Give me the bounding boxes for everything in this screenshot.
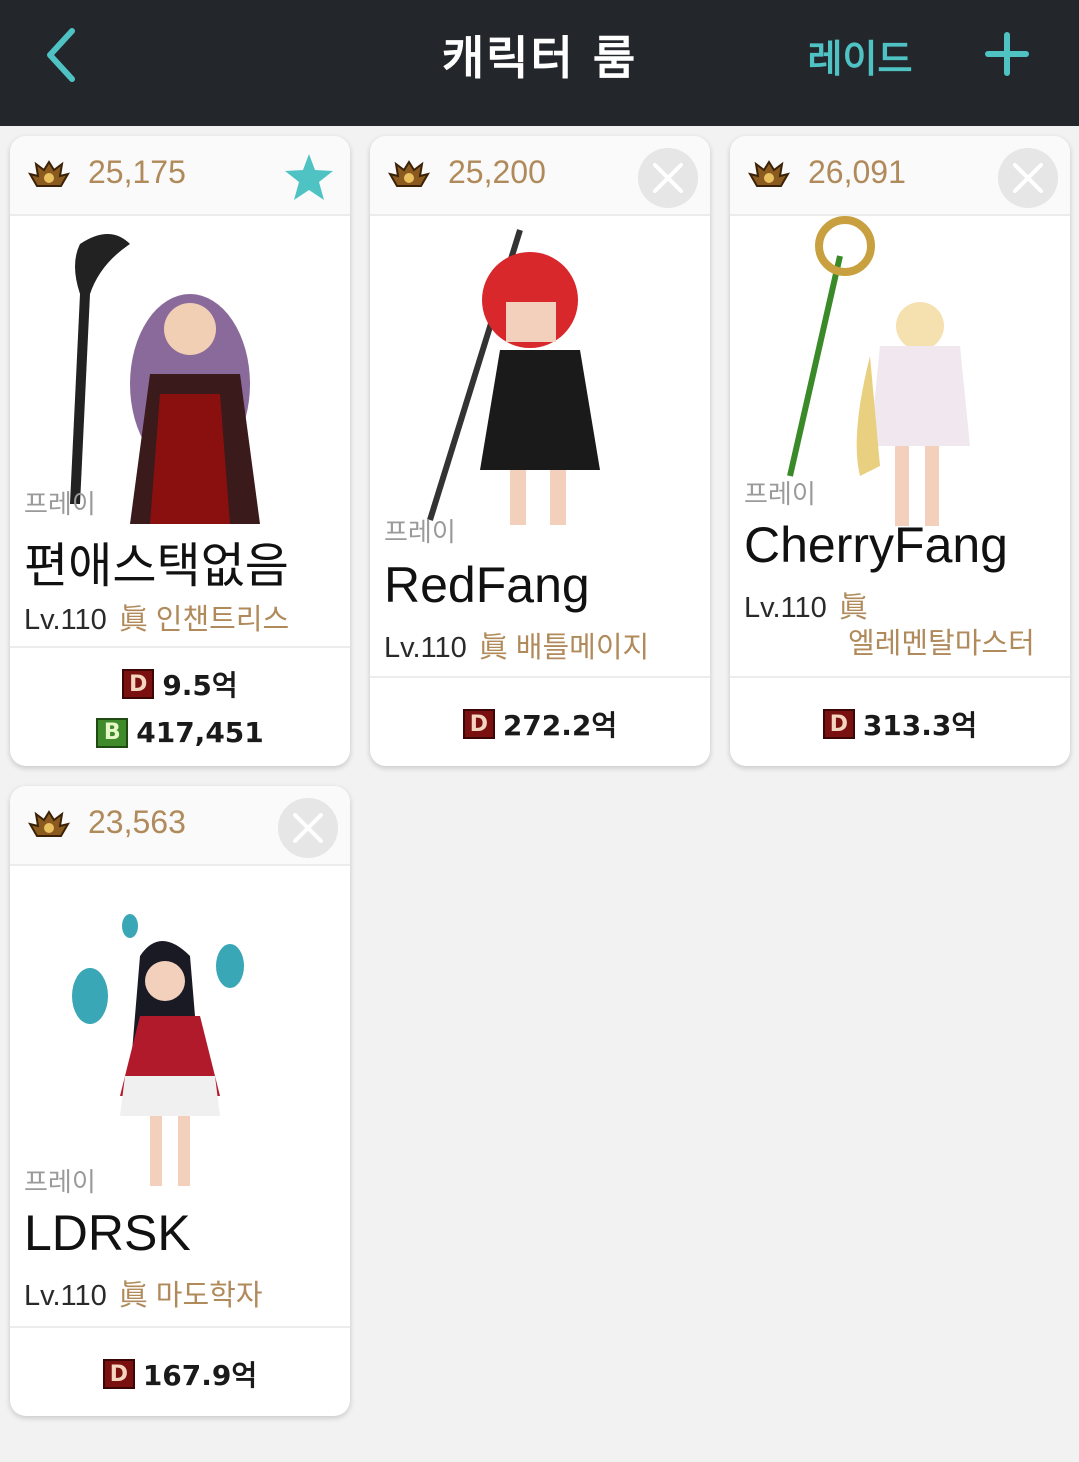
card-body: 프레이 편애스택없음 Lv.110 眞 인챈트리스 — [10, 216, 350, 646]
damage-stat: D 9.5억 — [10, 664, 350, 704]
card-stats: D 272.2억 — [370, 676, 710, 766]
damage-stat: D 272.2억 — [370, 704, 710, 744]
fame-value: 26,091 — [808, 154, 906, 190]
remove-button[interactable] — [278, 798, 338, 858]
server-name: 프레이 — [744, 480, 816, 510]
chevron-left-icon — [47, 28, 75, 82]
buff-badge-icon: B — [96, 717, 129, 748]
card-body: 프레이 LDRSK Lv.110 眞 마도학자 — [10, 866, 350, 1326]
level-job: Lv.110 眞 인챈트리스 — [24, 596, 289, 638]
buff-value: 417,451 — [136, 716, 264, 749]
adventure-crest-icon — [748, 160, 790, 187]
fame-value: 25,175 — [88, 154, 186, 190]
remove-button[interactable] — [638, 148, 698, 208]
damage-value: 9.5억 — [162, 669, 238, 702]
favorite-button[interactable] — [282, 150, 336, 204]
adventure-crest-icon — [388, 160, 430, 187]
plus-icon — [985, 32, 1029, 76]
level: Lv.110 — [24, 1280, 107, 1312]
damage-badge-icon: D — [102, 1359, 135, 1389]
card-header: 25,200 — [370, 136, 710, 216]
card-header: 23,563 — [10, 786, 350, 866]
card-stats: D 167.9억 — [10, 1326, 350, 1416]
close-icon — [1013, 163, 1043, 193]
card-stats: D 9.5억 B 417,451 — [10, 646, 350, 766]
server-name: 프레이 — [24, 1168, 96, 1198]
card-body: 프레이 RedFang Lv.110 眞 배틀메이지 — [370, 216, 710, 664]
level: Lv.110 — [24, 604, 107, 636]
damage-value: 167.9억 — [142, 1359, 258, 1392]
remove-button[interactable] — [998, 148, 1058, 208]
character-name: 편애스택없음 — [24, 540, 289, 593]
character-card[interactable]: 26,091 프레이 CherryFang Lv.110 眞 엘레멘탈마스터 D… — [730, 136, 1070, 766]
level-job: Lv.110 眞 배틀메이지 — [384, 624, 649, 666]
damage-badge-icon: D — [822, 709, 855, 739]
damage-stat: D 167.9억 — [10, 1354, 350, 1394]
character-card[interactable]: 25,175 프레이 편애스택없음 Lv.110 眞 인챈트리스 D 9.5억 B … — [10, 136, 350, 766]
add-character-button[interactable] — [975, 22, 1039, 86]
character-card[interactable]: 23,563 프레이 LDRSK Lv.110 眞 마도학자 D 167.9억 — [10, 786, 350, 1416]
adventure-crest-icon — [28, 160, 70, 187]
job-name: 인챈트리스 — [155, 602, 290, 636]
character-name: LDRSK — [24, 1205, 191, 1261]
damage-value: 272.2억 — [502, 709, 618, 742]
damage-value: 313.3억 — [862, 709, 978, 742]
job-awaken-mark: 眞 — [118, 604, 148, 636]
adventure-crest-icon — [28, 810, 70, 837]
card-header: 26,091 — [730, 136, 1070, 216]
damage-badge-icon: D — [462, 709, 495, 739]
job-name: 배틀메이지 — [515, 630, 650, 664]
damage-badge-icon: D — [122, 669, 155, 699]
job-name: 엘레멘탈마스터 — [848, 626, 1035, 660]
card-header: 25,175 — [10, 136, 350, 216]
level: Lv.110 — [384, 632, 467, 664]
damage-stat: D 313.3억 — [730, 704, 1070, 744]
job-name: 마도학자 — [155, 1278, 263, 1312]
level: Lv.110 — [744, 592, 827, 624]
fame-value: 25,200 — [448, 154, 546, 190]
job-awaken-mark: 眞 — [478, 632, 508, 664]
character-sprite — [427, 229, 600, 525]
job-line: 엘레멘탈마스터 — [848, 620, 1035, 662]
character-sprite — [72, 914, 244, 1186]
back-button[interactable] — [30, 20, 90, 90]
app-header: 캐릭터 룸 레이드 — [0, 0, 1079, 126]
level-job: Lv.110 眞 마도학자 — [24, 1272, 263, 1314]
raid-button[interactable]: 레이드 — [800, 28, 920, 81]
server-name: 프레이 — [384, 518, 456, 548]
character-name: RedFang — [384, 557, 590, 613]
server-name: 프레이 — [24, 490, 96, 520]
close-icon — [653, 163, 683, 193]
card-body: 프레이 CherryFang Lv.110 眞 엘레멘탈마스터 — [730, 216, 1070, 660]
close-icon — [293, 813, 323, 843]
buff-stat: B 417,451 — [10, 716, 350, 749]
fame-value: 23,563 — [88, 804, 186, 840]
card-stats: D 313.3억 — [730, 676, 1070, 766]
star-icon — [285, 154, 333, 200]
character-card[interactable]: 25,200 프레이 RedFang Lv.110 眞 배틀메이지 D 272.2억 — [370, 136, 710, 766]
job-awaken-mark: 眞 — [118, 1280, 148, 1312]
character-name: CherryFang — [744, 517, 1008, 573]
